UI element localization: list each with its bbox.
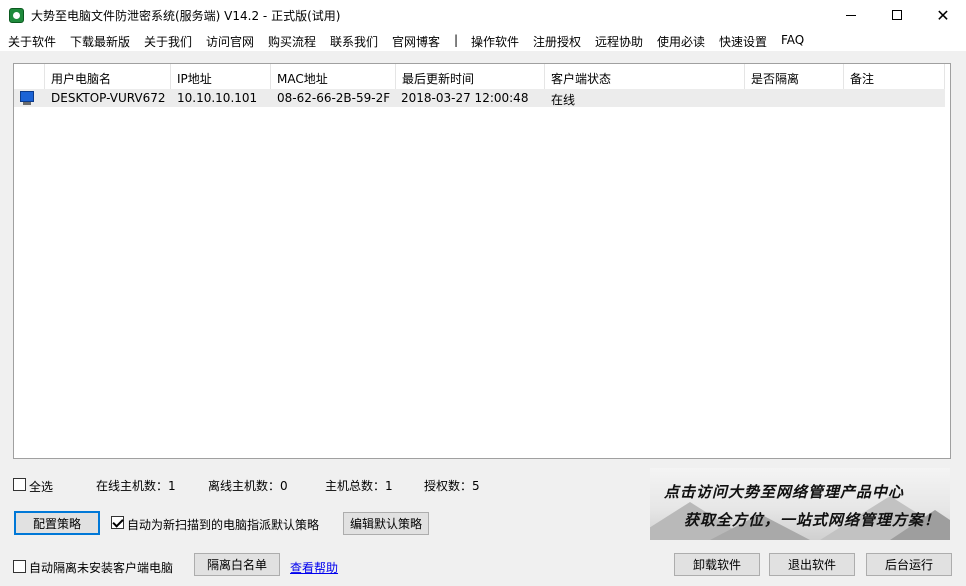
uninstall-button[interactable]: 卸载软件 — [674, 553, 760, 576]
cell-mac: 08-62-66-2B-59-2F — [277, 91, 391, 105]
close-button[interactable]: ✕ — [920, 0, 966, 30]
cell-updated: 2018-03-27 12:00:48 — [401, 91, 529, 105]
minimize-button[interactable] — [828, 0, 874, 30]
select-all-checkbox[interactable] — [13, 478, 26, 491]
select-all-label[interactable]: 全选 — [29, 478, 53, 495]
menu-purchase[interactable]: 购买流程 — [268, 33, 316, 50]
close-icon: ✕ — [936, 5, 950, 25]
license-count: 授权数：5 — [424, 479, 480, 493]
cell-ip: 10.10.10.101 — [177, 91, 258, 105]
column-header-note[interactable]: 备注 — [844, 64, 945, 89]
menu-contact[interactable]: 联系我们 — [330, 33, 378, 50]
auto-isolate-label[interactable]: 自动隔离未安装客户端电脑 — [29, 559, 173, 576]
column-header-isolated[interactable]: 是否隔离 — [745, 64, 844, 89]
banner-line-2: 获取全方位，一站式网络管理方案！ — [684, 511, 941, 529]
menu-visit-site[interactable]: 访问官网 — [206, 33, 254, 50]
online-count: 在线主机数：1 — [96, 479, 176, 493]
minimize-icon — [846, 14, 856, 16]
auto-assign-checkbox[interactable] — [111, 516, 124, 529]
edit-default-policy-button[interactable]: 编辑默认策略 — [343, 512, 429, 535]
computer-list[interactable]: 用户电脑名 IP地址 MAC地址 最后更新时间 客户端状态 是否隔离 备注 DE… — [13, 63, 951, 459]
total-count: 主机总数：1 — [325, 479, 393, 493]
banner-line-1: 点击访问大势至网络管理产品中心 — [664, 483, 905, 501]
whitelist-button[interactable]: 隔离白名单 — [194, 553, 280, 576]
menu-quick-settings[interactable]: 快速设置 — [719, 33, 767, 50]
help-link[interactable]: 查看帮助 — [290, 559, 338, 576]
window-title: 大势至电脑文件防泄密系统(服务端) V14.2 - 正式版(试用) — [31, 9, 341, 23]
column-header-status[interactable]: 客户端状态 — [545, 64, 745, 89]
menu-operate[interactable]: 操作软件 — [471, 33, 519, 50]
menu-blog[interactable]: 官网博客 — [392, 33, 440, 50]
config-policy-button[interactable]: 配置策略 — [14, 511, 100, 535]
list-header: 用户电脑名 IP地址 MAC地址 最后更新时间 客户端状态 是否隔离 备注 — [14, 64, 950, 89]
title-bar[interactable]: 大势至电脑文件防泄密系统(服务端) V14.2 - 正式版(试用) ✕ — [0, 0, 966, 30]
column-header-ip[interactable]: IP地址 — [171, 64, 271, 89]
computer-icon — [19, 91, 35, 105]
column-header-icon[interactable] — [14, 64, 45, 89]
menu-bar: 关于软件 下载最新版 关于我们 访问官网 购买流程 联系我们 官网博客 | 操作… — [0, 30, 966, 51]
menu-faq[interactable]: FAQ — [781, 33, 804, 47]
maximize-button[interactable] — [874, 0, 920, 30]
menu-must-read[interactable]: 使用必读 — [657, 33, 705, 50]
cell-computer-name: DESKTOP-VURV672 — [51, 91, 166, 105]
offline-count: 离线主机数：0 — [208, 479, 288, 493]
auto-isolate-checkbox[interactable] — [13, 560, 26, 573]
menu-remote-help[interactable]: 远程协助 — [595, 33, 643, 50]
menu-about-us[interactable]: 关于我们 — [144, 33, 192, 50]
maximize-icon — [892, 10, 902, 20]
table-row[interactable]: DESKTOP-VURV672 10.10.10.101 08-62-66-2B… — [14, 89, 945, 107]
column-header-updated[interactable]: 最后更新时间 — [396, 64, 545, 89]
menu-register[interactable]: 注册授权 — [533, 33, 581, 50]
menu-separator: | — [454, 33, 459, 47]
app-icon — [9, 8, 24, 23]
background-run-button[interactable]: 后台运行 — [866, 553, 952, 576]
auto-assign-label[interactable]: 自动为新扫描到的电脑指派默认策略 — [127, 516, 319, 533]
column-header-mac[interactable]: MAC地址 — [271, 64, 396, 89]
product-center-banner[interactable]: 点击访问大势至网络管理产品中心 获取全方位，一站式网络管理方案！ — [650, 468, 950, 540]
menu-download-latest[interactable]: 下载最新版 — [70, 33, 130, 50]
column-header-computer-name[interactable]: 用户电脑名 — [45, 64, 171, 89]
cell-status: 在线 — [551, 93, 576, 107]
menu-about-software[interactable]: 关于软件 — [8, 33, 56, 50]
exit-button[interactable]: 退出软件 — [769, 553, 855, 576]
